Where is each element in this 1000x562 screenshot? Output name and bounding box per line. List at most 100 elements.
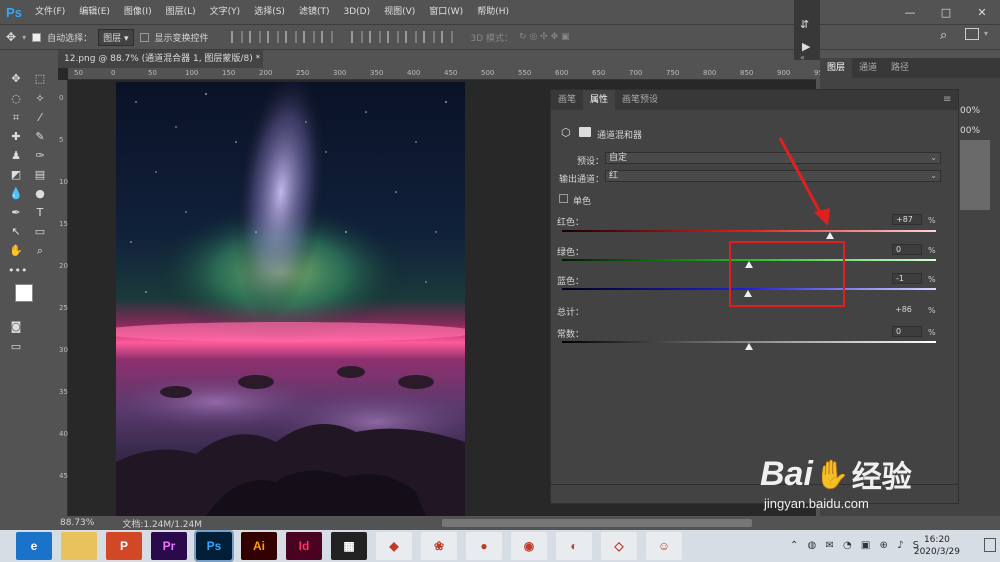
path-select-icon[interactable]: ↖ [8, 225, 24, 239]
menu-item[interactable]: 3D(D) [336, 0, 377, 24]
align-left-icon[interactable] [230, 31, 243, 43]
taskbar-premiere-icon[interactable]: Pr [151, 532, 187, 560]
fill-value[interactable]: 00% [960, 126, 980, 136]
menu-item[interactable]: 帮助(H) [470, 0, 516, 24]
taskbar-powerpoint-icon[interactable]: P [106, 532, 142, 560]
taskbar-app-orange-icon[interactable]: ◐ [556, 532, 592, 560]
notifications-icon[interactable] [984, 538, 996, 552]
gradient-icon[interactable]: ▤ [32, 168, 48, 182]
auto-select-dropdown[interactable]: 图层 ▾ [98, 28, 134, 46]
taskbar-photoshop-icon[interactable]: Ps [194, 530, 234, 562]
more-tools-icon[interactable]: ••• [8, 264, 27, 278]
marquee-tool-icon[interactable]: ⬚ [32, 72, 48, 86]
tab-channels[interactable]: 通道 [852, 58, 884, 78]
dodge-tool-icon[interactable]: ● [32, 187, 48, 201]
tab-properties[interactable]: 属性 [583, 90, 616, 110]
pen-tool-icon[interactable]: ✒ [8, 206, 24, 220]
crop-tool-icon[interactable]: ⌗ [8, 111, 24, 125]
menu-item[interactable]: 编辑(E) [72, 0, 117, 24]
shape-tool-icon[interactable]: ▭ [32, 225, 48, 239]
quick-mask-icon[interactable]: ◙ [8, 320, 24, 334]
play-icon[interactable]: ▶ [802, 40, 810, 53]
taskbar-qq-icon[interactable]: ● [466, 532, 502, 560]
hand-tool-icon[interactable]: ✋ [8, 244, 24, 258]
menu-item[interactable]: 窗口(W) [422, 0, 470, 24]
tab-paths[interactable]: 路径 [884, 58, 916, 78]
distribute-middle-icon[interactable] [368, 31, 381, 43]
screen-mode-icon[interactable]: ▭ [8, 340, 24, 354]
constant-value-input[interactable]: 0 [892, 326, 922, 337]
healing-brush-icon[interactable]: ✚ [8, 130, 24, 144]
menu-item[interactable]: 视图(V) [377, 0, 422, 24]
system-clock[interactable]: 16:20 2020/3/29 [914, 534, 960, 558]
lasso-tool-icon[interactable]: ◌ [8, 92, 24, 106]
document-info[interactable]: 文档:1.24M/1.24M [122, 517, 202, 530]
horizontal-scrollbar[interactable] [442, 519, 752, 527]
monochrome-checkbox[interactable] [559, 194, 568, 203]
zoom-tool-icon[interactable]: ⌕ [32, 244, 48, 258]
3d-rotate-icon[interactable]: ↻ ◎ ✣ ✥ ▣ [519, 32, 569, 42]
history-icon[interactable]: ⇵ [800, 18, 809, 31]
align-middle-icon[interactable] [302, 31, 315, 43]
close-button[interactable]: ✕ [964, 0, 1000, 24]
history-brush-icon[interactable]: ✑ [32, 149, 48, 163]
tray-icons[interactable]: ⌃ ◍ ✉ ◔ ▣ ⊕ ♪ S [790, 540, 922, 551]
taskbar-app-red-icon[interactable]: ◆ [376, 532, 412, 560]
menu-item[interactable]: 文件(F) [28, 0, 72, 24]
panel-menu-icon[interactable]: ≡ [943, 94, 951, 105]
blue-value-input[interactable]: -1 [892, 273, 922, 284]
clone-stamp-icon[interactable]: ♟ [8, 149, 24, 163]
chevron-down-icon[interactable]: ▾ [984, 29, 988, 38]
taskbar-illustrator-icon[interactable]: Ai [241, 532, 277, 560]
zoom-level[interactable]: 88.73% [60, 518, 94, 528]
brush-tool-icon[interactable]: ✎ [32, 130, 48, 144]
minimize-button[interactable]: — [892, 0, 928, 24]
mask-icon[interactable] [579, 127, 591, 137]
document-tab[interactable]: 12.png @ 88.7% (通道混合器 1, 图层蒙版/8) * × [58, 50, 263, 82]
taskbar-app-clown-icon[interactable]: ☺ [646, 532, 682, 560]
align-right-icon[interactable] [266, 31, 279, 43]
show-transform-checkbox[interactable] [139, 32, 149, 42]
red-value-input[interactable]: +87 [892, 214, 922, 225]
taskbar-app-bird-icon[interactable]: ❀ [421, 532, 457, 560]
menu-item[interactable]: 选择(S) [247, 0, 292, 24]
red-slider-track[interactable] [562, 230, 936, 232]
taskbar-app-blue-icon[interactable]: ◇ [601, 532, 637, 560]
move-tool-icon[interactable]: ✥ [8, 72, 24, 86]
collapse-icon[interactable]: « [800, 53, 805, 62]
taskbar-browser-icon[interactable]: e [16, 532, 52, 560]
align-top-icon[interactable] [284, 31, 297, 43]
magic-wand-icon[interactable]: ✧ [32, 92, 48, 106]
taskbar-indesign-icon[interactable]: Id [286, 532, 322, 560]
move-tool-icon[interactable]: ✥ [6, 30, 16, 44]
opacity-value[interactable]: 00% [960, 106, 980, 116]
taskbar-chrome-icon[interactable]: ◉ [511, 532, 547, 560]
blur-tool-icon[interactable]: 💧 [8, 187, 24, 201]
chevron-down-icon[interactable]: ▾ [22, 33, 26, 42]
workspace-icon[interactable] [965, 28, 979, 40]
menu-item[interactable]: 图层(L) [159, 0, 203, 24]
maximize-button[interactable]: □ [928, 0, 964, 24]
eraser-icon[interactable]: ◩ [8, 168, 24, 182]
search-icon[interactable]: ⌕ [940, 28, 947, 43]
taskbar-video-icon[interactable]: ▦ [331, 532, 367, 560]
tab-brush[interactable]: 画笔 [551, 90, 583, 110]
distribute-center-icon[interactable] [422, 31, 435, 43]
type-tool-icon[interactable]: T [32, 206, 48, 220]
menu-item[interactable]: 文字(Y) [203, 0, 248, 24]
menu-item[interactable]: 图像(I) [117, 0, 159, 24]
canvas-image[interactable] [116, 82, 465, 516]
distribute-left-icon[interactable] [404, 31, 417, 43]
constant-slider-thumb[interactable] [745, 343, 753, 350]
menu-item[interactable]: 滤镜(T) [292, 0, 337, 24]
align-bottom-icon[interactable] [320, 31, 333, 43]
tab-layers[interactable]: 图层 [820, 58, 853, 78]
distribute-bottom-icon[interactable] [386, 31, 399, 43]
layer-thumbnail[interactable] [960, 140, 990, 210]
red-slider-thumb[interactable] [826, 232, 835, 239]
auto-select-checkbox[interactable] [32, 32, 42, 42]
distribute-top-icon[interactable] [350, 31, 363, 43]
eyedropper-icon[interactable]: ⁄ [32, 111, 48, 125]
taskbar-explorer-icon[interactable] [61, 532, 97, 560]
green-value-input[interactable]: 0 [892, 244, 922, 255]
